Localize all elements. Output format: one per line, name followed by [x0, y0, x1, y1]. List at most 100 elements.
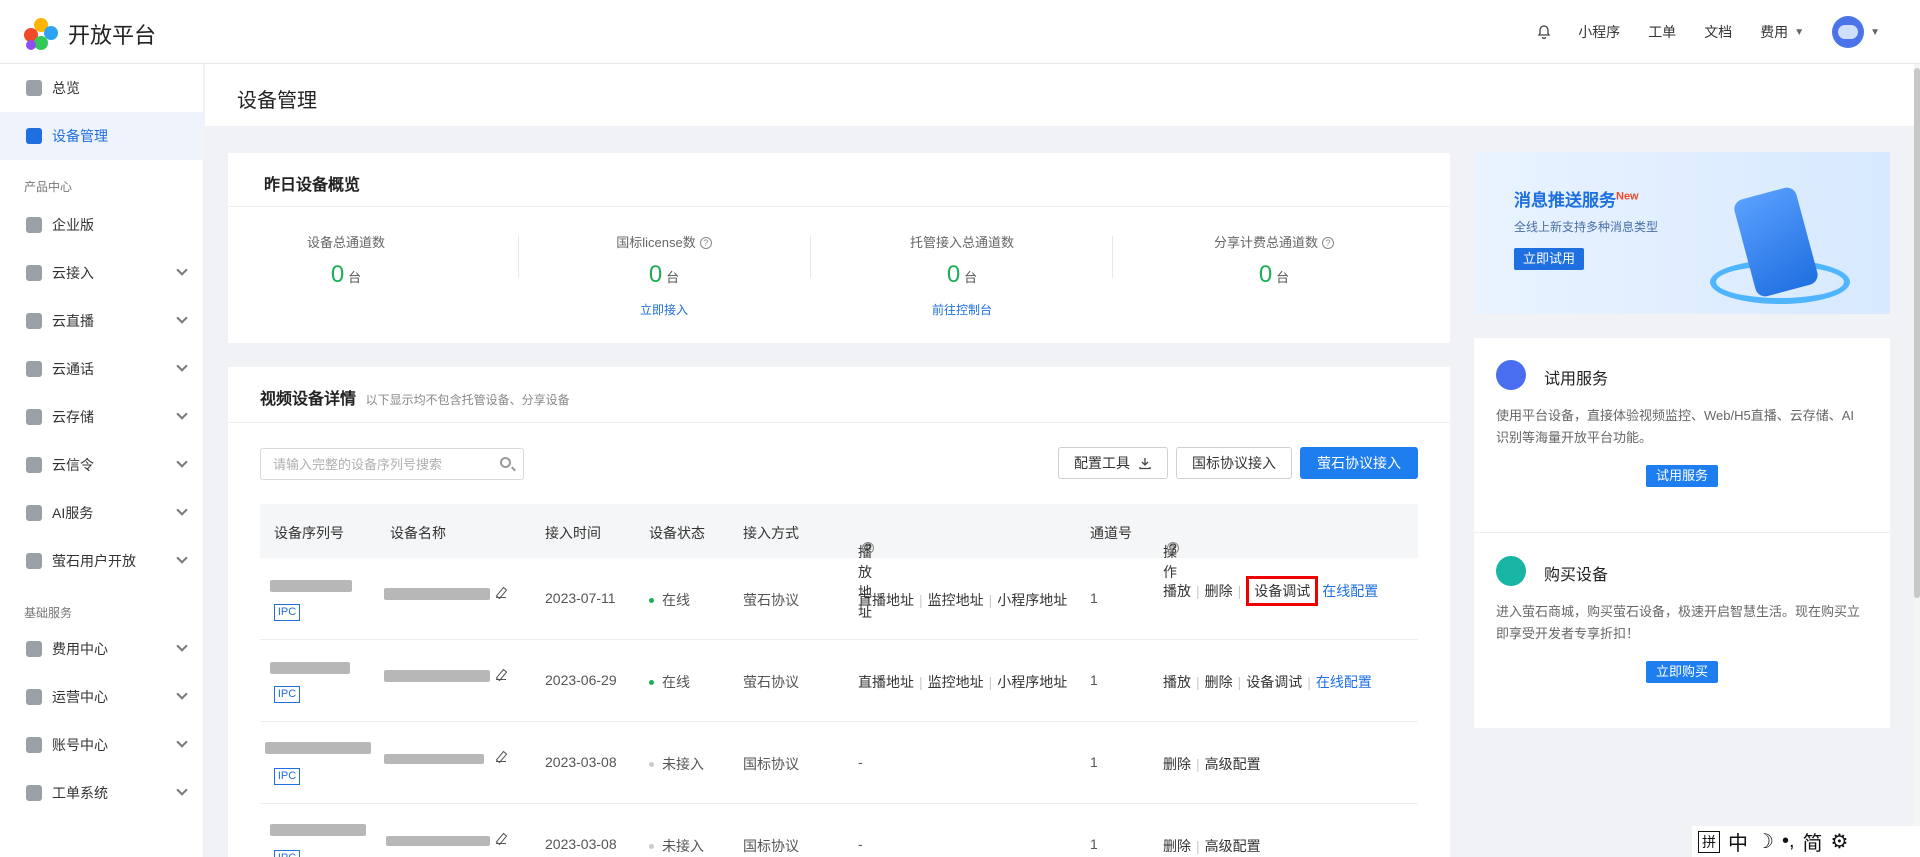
notification-bell-icon[interactable] — [1536, 24, 1552, 40]
divider — [810, 236, 811, 278]
status-dot-icon — [649, 762, 654, 767]
delete-button[interactable]: 删除 — [1205, 583, 1233, 599]
help-icon[interactable]: ? — [1167, 541, 1179, 555]
sidebar-item-account[interactable]: 账号中心 — [0, 721, 204, 769]
buy-device-desc: 进入萤石商城，购买萤石设备，极速开启智慧生活。现在购买立即享受开发者专享折扣！ — [1496, 604, 1861, 641]
sidebar-item-ezviz-user-open[interactable]: 萤石用户开放 — [0, 537, 204, 585]
sidebar-item-enterprise[interactable]: 企业版 — [0, 201, 204, 249]
buy-now-button[interactable]: 立即购买 — [1646, 661, 1718, 683]
go-console-link[interactable]: 前往控制台 — [842, 301, 1082, 318]
trial-service-button[interactable]: 试用服务 — [1646, 465, 1718, 487]
serial-search[interactable] — [260, 448, 524, 480]
help-icon[interactable]: ? — [699, 237, 712, 249]
sidebar-item-cloud-storage[interactable]: 云存储 — [0, 393, 204, 441]
advanced-config-button[interactable]: 高级配置 — [1205, 756, 1261, 772]
ai-icon — [26, 505, 42, 521]
sidebar-item-label: 云信令 — [52, 457, 94, 473]
monitor-address-link[interactable]: 监控地址 — [928, 674, 984, 690]
nav-docs[interactable]: 文档 — [1704, 22, 1732, 42]
sidebar-item-cloud-signal[interactable]: 云信令 — [0, 441, 204, 489]
delete-button[interactable]: 删除 — [1163, 838, 1191, 854]
stat-total-channels: 设备总通道数 0台 — [226, 232, 466, 289]
chevron-down-icon — [176, 264, 188, 276]
sidebar-item-label: 云接入 — [52, 265, 94, 281]
config-tool-button[interactable]: 配置工具 — [1058, 447, 1168, 479]
ime-simplified-mode[interactable]: 简 — [1803, 827, 1823, 856]
ime-settings-icon[interactable]: ⚙ — [1831, 829, 1849, 854]
nav-ticket[interactable]: 工单 — [1648, 22, 1676, 42]
ime-pinyin-icon[interactable]: 拼 — [1698, 830, 1720, 853]
edit-icon[interactable] — [496, 752, 506, 762]
page-scrollbar[interactable] — [1914, 64, 1920, 857]
nav-miniprogram[interactable]: 小程序 — [1578, 22, 1620, 42]
logo[interactable]: 开放平台 — [24, 18, 156, 50]
sidebar-item-label: 运营中心 — [52, 689, 108, 705]
chart-icon — [26, 689, 42, 705]
new-badge: New — [1616, 190, 1639, 203]
advanced-config-button[interactable]: 高级配置 — [1205, 838, 1261, 854]
live-address-link[interactable]: 直播地址 — [858, 592, 914, 608]
device-debug-button[interactable]: 设备调试 — [1246, 576, 1319, 606]
sidebar-item-ai-service[interactable]: AI服务 — [0, 489, 204, 537]
miniprogram-address-link[interactable]: 小程序地址 — [997, 674, 1067, 690]
play-button[interactable]: 播放 — [1163, 674, 1191, 690]
ime-toolbar[interactable]: 拼 中 ☽ •, 简 ⚙ — [1692, 826, 1920, 857]
miniprogram-address-link[interactable]: 小程序地址 — [997, 592, 1067, 608]
sidebar-item-operations[interactable]: 运营中心 — [0, 673, 204, 721]
scrollbar-thumb[interactable] — [1914, 68, 1920, 598]
play-button[interactable]: 播放 — [1163, 583, 1191, 599]
col-status: 设备状态 — [649, 525, 705, 541]
online-config-link[interactable]: 在线配置 — [1322, 583, 1378, 599]
stat-shared-channels: 分享计费总通道数? 0台 — [1154, 232, 1394, 289]
banner-subtitle: 全线上新支持多种消息类型 — [1514, 220, 1659, 234]
device-type-tag: IPC — [274, 850, 300, 857]
sidebar-item-overview[interactable]: 总览 — [0, 64, 204, 112]
edit-icon[interactable] — [496, 834, 506, 844]
online-config-link[interactable]: 在线配置 — [1316, 674, 1372, 690]
access-method: 萤石协议 — [743, 674, 799, 690]
delete-button[interactable]: 删除 — [1163, 756, 1191, 772]
ezviz-protocol-access-button[interactable]: 萤石协议接入 — [1300, 447, 1418, 479]
divider — [1474, 532, 1890, 533]
delete-button[interactable]: 删除 — [1205, 674, 1233, 690]
table-row: IPC 2023-07-11 在线 萤石协议 直播地址 | 监控地址 | 小程序地址 1… — [260, 558, 1418, 640]
sidebar-item-label: 工单系统 — [52, 785, 108, 801]
monitor-address-link[interactable]: 监控地址 — [928, 592, 984, 608]
help-icon[interactable]: ? — [1322, 237, 1334, 249]
redacted-serial — [270, 824, 366, 836]
phone-icon — [26, 361, 42, 377]
sidebar-item-fee-center[interactable]: 费用中心 — [0, 625, 204, 673]
live-address-link[interactable]: 直播地址 — [858, 674, 914, 690]
gb-protocol-access-button[interactable]: 国标协议接入 — [1176, 447, 1292, 479]
sidebar-item-cloud-access[interactable]: 云接入 — [0, 249, 204, 297]
stat-label: 分享计费总通道数? — [1154, 232, 1394, 251]
top-bar: 开放平台 小程序 工单 文档 费用 ▼ ▼ — [0, 0, 1920, 64]
channel-number: 1 — [1090, 836, 1098, 852]
search-icon[interactable] — [500, 457, 511, 468]
ime-punctuation-icon[interactable]: •, — [1782, 830, 1795, 853]
stat-value: 0台 — [330, 261, 362, 288]
access-method: 国标协议 — [743, 756, 799, 772]
edit-icon[interactable] — [496, 588, 506, 598]
sidebar-item-device-management[interactable]: 设备管理 — [0, 112, 204, 160]
ime-moon-icon[interactable]: ☽ — [1756, 829, 1774, 854]
ime-chinese-mode[interactable]: 中 — [1728, 827, 1748, 856]
stat-value: 0台 — [648, 261, 680, 288]
sidebar-item-ticket-system[interactable]: 工单系统 — [0, 769, 204, 817]
stat-managed-channels: 托管接入总通道数 0台 前往控制台 — [842, 232, 1082, 318]
device-type-tag: IPC — [274, 768, 300, 785]
device-debug-button[interactable]: 设备调试 — [1246, 674, 1302, 690]
table-row: IPC 2023-03-08 未接入 国标协议 - 1 删除|高级配置 — [260, 722, 1418, 804]
sidebar-item-cloud-call[interactable]: 云通话 — [0, 345, 204, 393]
help-icon[interactable]: ? — [862, 541, 874, 555]
page-title: 设备管理 — [237, 90, 317, 112]
edit-icon[interactable] — [496, 670, 506, 680]
message-push-banner[interactable]: 消息推送服务New 全线上新支持多种消息类型 立即试用 — [1474, 152, 1890, 314]
chevron-down-icon — [176, 504, 188, 516]
serial-search-input[interactable] — [261, 449, 481, 479]
user-menu[interactable]: ▼ — [1832, 16, 1880, 48]
nav-fees[interactable]: 费用 ▼ — [1760, 22, 1804, 42]
access-now-link[interactable]: 立即接入 — [544, 301, 784, 318]
sidebar-item-cloud-live[interactable]: 云直播 — [0, 297, 204, 345]
try-now-button[interactable]: 立即试用 — [1514, 248, 1584, 270]
